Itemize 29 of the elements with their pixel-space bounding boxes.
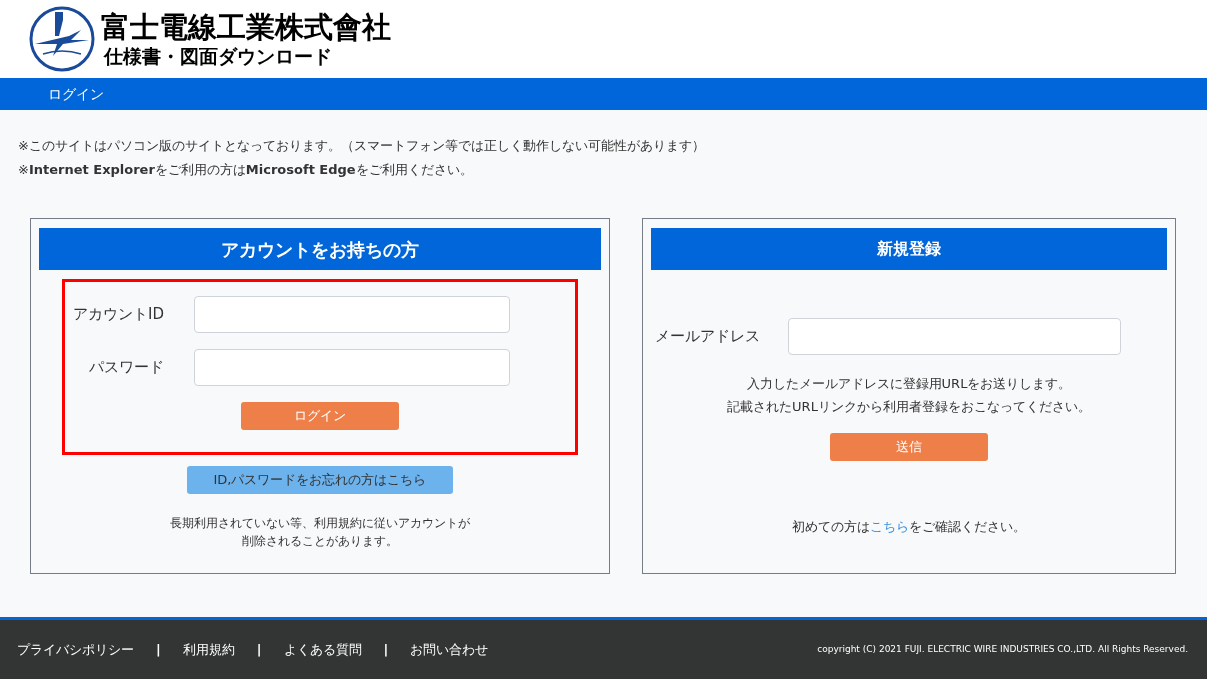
field-label: アカウントID bbox=[72, 304, 165, 326]
info-text: 入力したメールアドレスに登録用URLをお送りします。 bbox=[746, 375, 1072, 393]
panel-title: 新規登録 bbox=[651, 228, 1167, 270]
info-text: 記載されたURLリンクから利用者登録をおこなってください。 bbox=[727, 398, 1091, 416]
notice-text: ※Internet Explorerをご利用の方はMicrosoft Edgeをご利用ください。 bbox=[18, 161, 474, 179]
panel-title: アカウントをお持ちの方 bbox=[39, 228, 601, 270]
input-field[interactable] bbox=[194, 296, 510, 333]
notice-text: ※このサイトはパソコン版のサイトとなっております。（スマートフォン等では正しく動作しない可能性があります） bbox=[18, 137, 706, 155]
here-link[interactable]: こちら bbox=[870, 519, 909, 534]
field-label: メールアドレス bbox=[654, 326, 761, 348]
note-text: 削除されることがあります。 bbox=[242, 533, 398, 550]
footer-link[interactable]: よくある質問 bbox=[283, 639, 362, 660]
footer-link[interactable]: 利用規約 bbox=[182, 639, 235, 660]
footer-separator: | bbox=[382, 640, 390, 659]
site-subtitle: 仕様書・図面ダウンロード bbox=[102, 44, 333, 68]
first-time-text: 初めての方はこちら をご確認ください。 bbox=[792, 518, 1026, 536]
company-name: 富士電線工業株式會社 bbox=[101, 10, 391, 44]
copyright-text: copyright (C) 2021 FUJI. ELECTRIC WIRE INDUSTRIES CO.,LTD. All Rights Reserved. bbox=[817, 642, 1189, 656]
footer-separator: | bbox=[155, 640, 162, 659]
logo-icon bbox=[29, 6, 95, 72]
footer-separator: | bbox=[255, 640, 263, 659]
input-field[interactable] bbox=[194, 349, 510, 386]
field-label: パスワード bbox=[88, 357, 165, 379]
forgot-password-button[interactable]: ID,パスワードをお忘れの方はこちら bbox=[187, 466, 453, 494]
footer-link[interactable]: プライバシポリシー bbox=[17, 639, 134, 660]
note-text: 長期利用されていない等、利用規約に従いアカウントが bbox=[170, 515, 470, 532]
email-field[interactable] bbox=[788, 318, 1121, 355]
footer-link[interactable]: お問い合わせ bbox=[410, 639, 489, 660]
nav-link[interactable]: ログイン bbox=[48, 83, 104, 105]
